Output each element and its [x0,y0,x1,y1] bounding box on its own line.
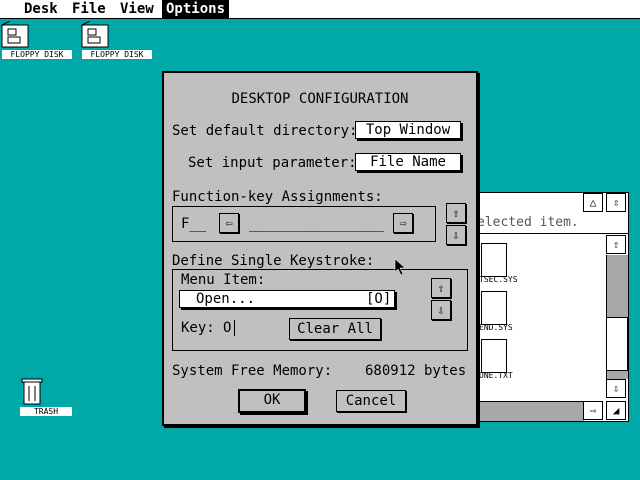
input-parameter-label: Set input parameter: [188,155,357,171]
menu-item-up-button[interactable]: ⇧ [431,278,451,298]
fkey-prev-button[interactable]: ⇦ [219,213,239,233]
keystroke-label: Define Single Keystroke: [172,253,375,269]
function-key-name: F__ [181,216,207,232]
key-field[interactable]: O [223,320,235,336]
default-directory-field[interactable]: Top Window [355,121,461,139]
menu-item-key: [O] [366,291,392,307]
menu-view[interactable]: View [116,0,158,18]
file-name: ONE.TXT [479,371,513,380]
floppy-drive-b[interactable]: FLOPPY DISK [80,20,152,59]
menu-item-label: Menu Item: [181,272,266,288]
drive-label: FLOPPY DISK [2,50,72,59]
function-key-label: Function-key Assignments: [172,189,383,205]
mouse-pointer-icon [394,258,406,276]
trash-label: TRASH [20,407,72,416]
file-name: END.SYS [479,323,513,332]
fkey-scroll-up-button[interactable]: ⇧ [446,203,466,223]
ok-button[interactable]: OK [238,389,306,413]
clear-all-button[interactable]: Clear All [289,318,381,340]
function-key-value[interactable]: ________________ [249,216,384,232]
menu-item-field[interactable]: Open... [O] [179,290,395,308]
dialog-title: DESKTOP CONFIGURATION [231,91,409,107]
menu-item-down-button[interactable]: ⇩ [431,300,451,320]
file-name: TSEC.SYS [479,275,518,284]
trash-can-icon [21,378,43,405]
scroll-thumb[interactable] [606,317,628,371]
floppy-drive-icon [1,20,29,48]
menu-bar: Desk File View Options [0,0,640,19]
window-full-button[interactable]: ⇳ [606,193,626,212]
keystroke-group: Menu Item: Open... [O] ⇧ ⇩ Key: O Clear … [172,269,468,351]
input-parameter-field[interactable]: File Name [355,153,461,171]
scroll-up-button[interactable]: ⇧ [606,235,626,254]
resize-button[interactable]: ◢ [606,401,626,420]
background-window[interactable]: △ ⇳ elected item. ⇧ ⇩ ⇨ ◢ TSEC.SYS END.S… [476,192,629,422]
hscroll-track[interactable] [477,401,584,421]
cancel-button[interactable]: Cancel [336,390,406,412]
memory-value: 680912 bytes [365,363,467,379]
function-key-group: F__ ⇦ ________________ ⇨ [172,206,436,242]
hscroll-right-button[interactable]: ⇨ [583,401,603,420]
window-fuller-button[interactable]: △ [583,193,603,212]
menu-options[interactable]: Options [162,0,230,18]
file-icon[interactable] [481,291,507,325]
window-info-line: elected item. [477,213,629,234]
key-label: Key: [181,320,215,336]
menu-desk[interactable]: Desk [20,0,62,18]
scroll-down-button[interactable]: ⇩ [606,379,626,398]
fkey-scroll-down-button[interactable]: ⇩ [446,225,466,245]
floppy-drive-a[interactable]: FLOPPY DISK [0,20,72,59]
floppy-drive-icon [81,20,109,48]
trash[interactable]: TRASH [20,376,72,416]
menu-item-name: Open... [196,291,256,307]
file-icon[interactable] [481,243,507,277]
desktop-configuration-dialog: DESKTOP CONFIGURATION Set default direct… [162,71,478,426]
memory-label: System Free Memory: [172,363,333,379]
menu-file[interactable]: File [68,0,110,18]
file-icon[interactable] [481,339,507,373]
default-directory-label: Set default directory: [172,123,358,139]
fkey-next-button[interactable]: ⇨ [393,213,413,233]
drive-label: FLOPPY DISK [82,50,152,59]
